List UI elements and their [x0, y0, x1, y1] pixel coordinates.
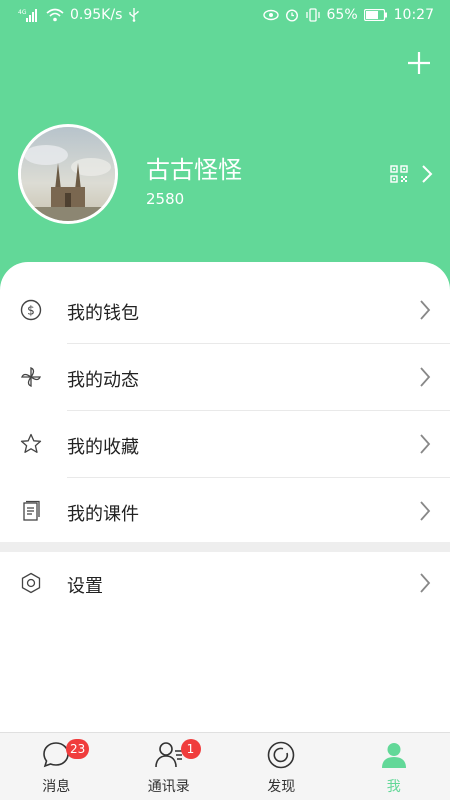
add-button[interactable] [406, 50, 432, 76]
tab-me[interactable]: 我 [338, 733, 450, 800]
tab-label: 通讯录 [147, 779, 190, 795]
menu-item-label: 我的收藏 [67, 437, 139, 458]
chevron-right-icon [420, 434, 431, 454]
dollar-coin-icon: $ [20, 299, 42, 321]
menu-item-label: 我的课件 [67, 504, 139, 525]
clock: 10:27 [393, 7, 434, 23]
tab-messages[interactable]: 23 消息 [0, 733, 113, 800]
menu-item-label: 我的动态 [67, 370, 139, 391]
battery-icon [363, 9, 388, 21]
menu-item-settings[interactable]: 设置 [0, 550, 450, 616]
qr-code-icon [390, 165, 408, 183]
contacts-badge: 1 [180, 739, 201, 759]
chevron-right-icon [420, 367, 431, 387]
chevron-right-icon [420, 300, 431, 320]
star-icon [20, 433, 42, 453]
alarm-icon [285, 8, 299, 22]
messages-badge: 23 [66, 739, 90, 759]
document-icon [23, 500, 40, 521]
menu-item-label: 设置 [67, 576, 103, 597]
profile-id: 2580 [146, 190, 185, 208]
svg-text:4G: 4G [18, 9, 27, 16]
vibrate-icon [305, 8, 321, 22]
pinwheel-icon [21, 367, 41, 387]
tab-label: 消息 [42, 779, 71, 795]
profile-name: 古古怪怪 [146, 156, 242, 184]
signal-icon: 4G [18, 8, 40, 22]
chevron-right-icon [422, 165, 433, 183]
menu-item-wallet[interactable]: $ 我的钱包 [0, 277, 450, 343]
church-photo-icon [21, 127, 115, 221]
tab-label: 我 [386, 779, 401, 795]
menu-item-favorites[interactable]: 我的收藏 [0, 411, 450, 477]
usb-icon [128, 8, 140, 22]
battery-percent: 65% [326, 7, 358, 23]
discover-compass-icon [267, 741, 295, 769]
plus-icon [408, 52, 430, 74]
profile-header: 4G 0.95K/s 65% 10:27 古古怪怪 2580 [0, 0, 450, 300]
bottom-tab-bar: 23 消息 1 通讯录 发现 我 [0, 732, 450, 800]
eye-icon [262, 9, 279, 21]
settings-hexagon-icon [21, 572, 41, 594]
chevron-right-icon [420, 501, 431, 521]
contacts-icon [154, 742, 182, 768]
tab-discover[interactable]: 发现 [225, 733, 338, 800]
network-speed: 0.95K/s [70, 7, 123, 23]
menu-item-label: 我的钱包 [67, 303, 139, 324]
menu-item-courseware[interactable]: 我的课件 [0, 478, 450, 544]
user-profile-icon [381, 743, 406, 768]
chevron-right-icon [420, 573, 431, 593]
qr-code-button[interactable] [390, 165, 408, 183]
profile-detail-button[interactable] [420, 163, 434, 185]
wifi-icon [46, 8, 64, 22]
status-bar: 4G 0.95K/s 65% 10:27 [0, 0, 450, 32]
tab-label: 发现 [267, 779, 296, 795]
tab-contacts[interactable]: 1 通讯录 [113, 733, 226, 800]
avatar[interactable] [18, 124, 118, 224]
menu-item-moments[interactable]: 我的动态 [0, 344, 450, 410]
svg-text:$: $ [27, 304, 35, 318]
